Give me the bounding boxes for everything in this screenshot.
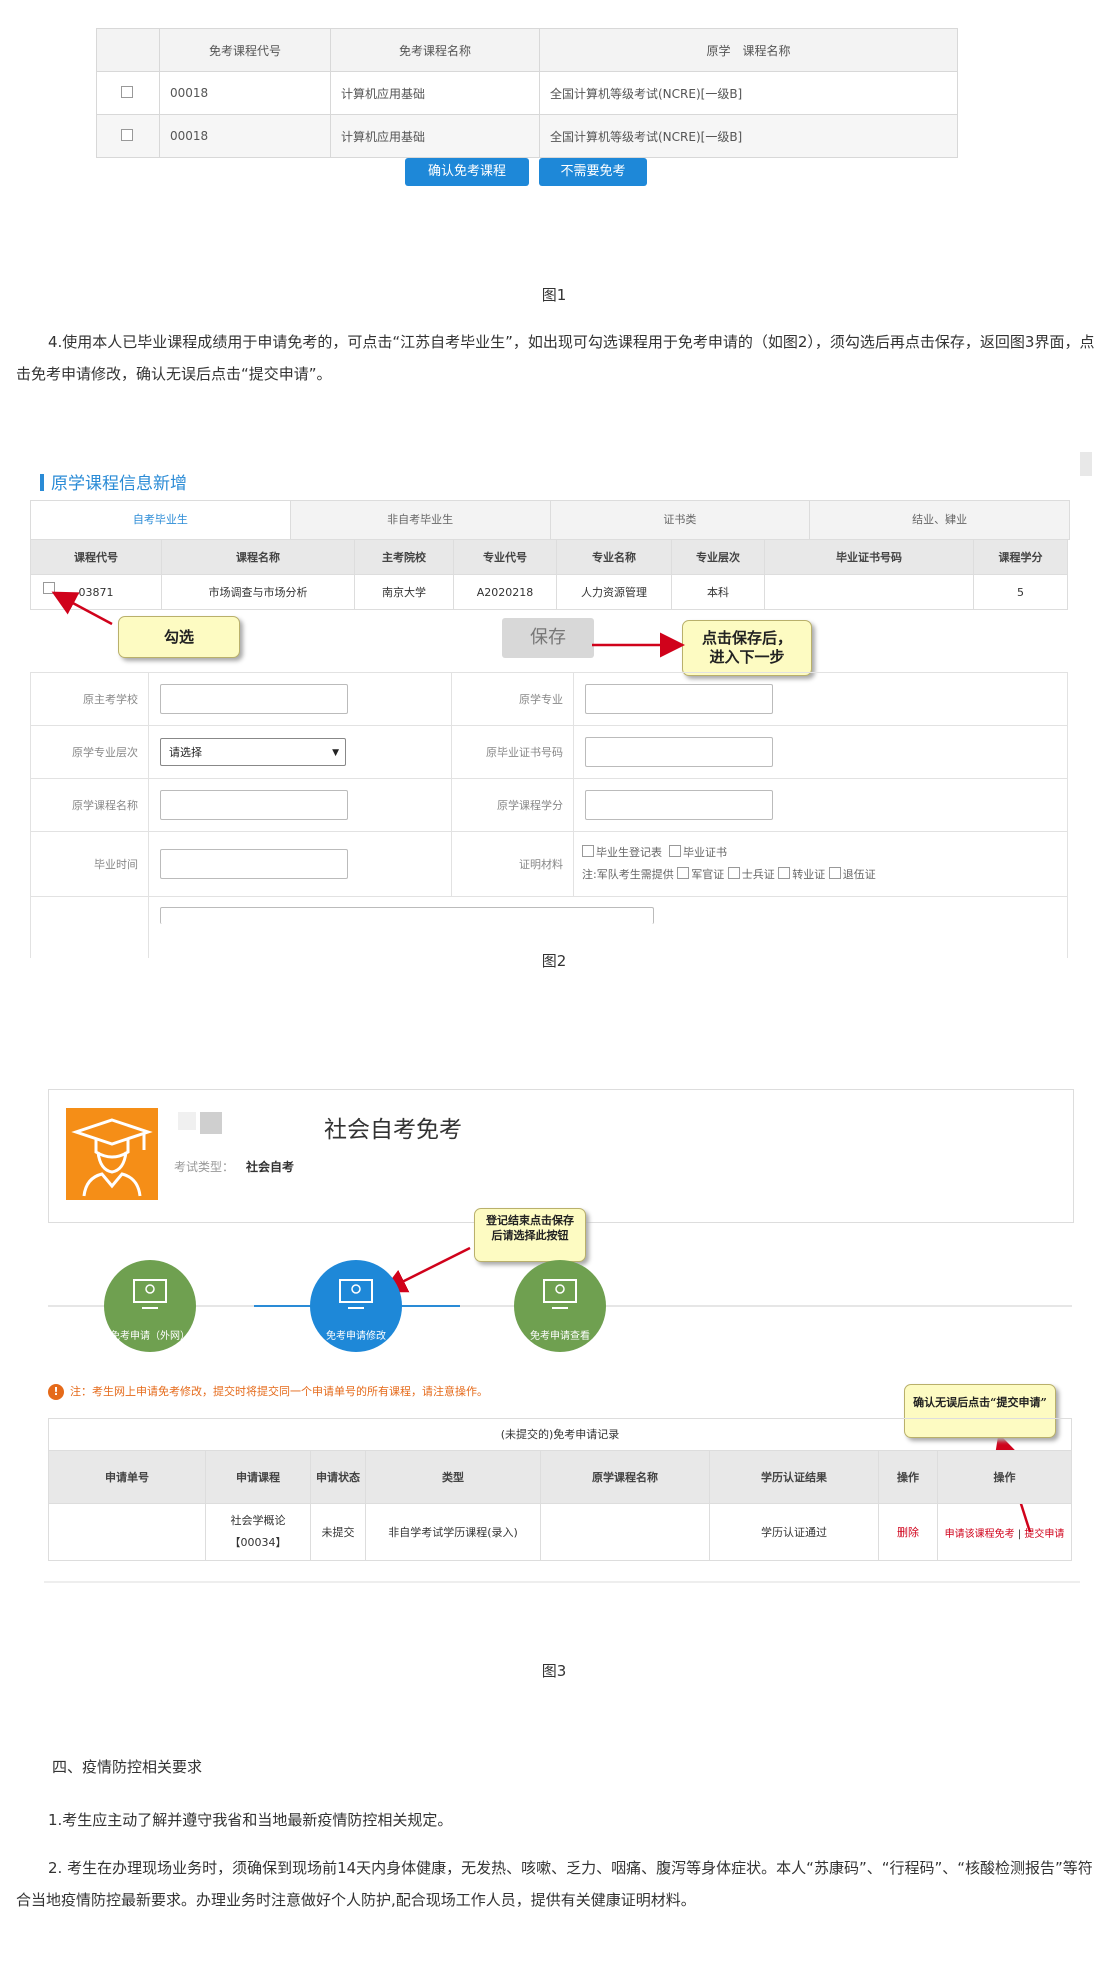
orig-course-input[interactable] xyxy=(160,790,348,820)
header: 申请状态 xyxy=(310,1450,366,1504)
header: 类型 xyxy=(365,1450,541,1504)
orig-major-input[interactable] xyxy=(585,684,773,714)
figure-caption: 图2 xyxy=(541,952,567,970)
label-orig-credit: 原学课程学分 xyxy=(451,778,574,832)
label-orig-level: 原学专业层次 xyxy=(30,725,149,779)
graduate-icon xyxy=(71,1118,153,1197)
grad-time-input[interactable] xyxy=(160,849,348,879)
remarks-textarea[interactable] xyxy=(160,907,654,924)
header: 操作 xyxy=(878,1450,938,1504)
military-checkbox[interactable] xyxy=(828,867,841,879)
military-checkbox[interactable] xyxy=(677,867,690,879)
orig-school-input[interactable] xyxy=(160,684,348,714)
orig-course-form: 原主考学校 原学专业 原学专业层次 请选择 ▼ 原毕业证书号码 原学课程名称 原学… xyxy=(30,672,1068,958)
step-apply-view[interactable]: 免考申请查看 xyxy=(514,1260,606,1352)
warning-icon: ! xyxy=(48,1384,64,1400)
paragraph: 2. 考生在办理现场业务时，须确保到现场前14天内身体健康，无发热、咳嗽、乏力、… xyxy=(16,1859,1093,1909)
label-orig-course: 原学课程名称 xyxy=(30,778,149,832)
orig-level-select[interactable]: 请选择 ▼ xyxy=(160,738,346,766)
arrow-to-checkbox xyxy=(51,591,113,626)
chevron-down-icon: ▼ xyxy=(332,748,339,758)
section-heading: 四、疫情防控相关要求 xyxy=(52,1758,203,1776)
table-row: 社会学概论 【00034】 未提交 非自学考试学历课程(录入) 学历认证通过 删除… xyxy=(48,1503,1072,1561)
military-checkbox[interactable] xyxy=(727,867,740,879)
proof-options: 毕业生登记表 毕业证书 xyxy=(582,842,1066,864)
header: 原学课程名称 xyxy=(540,1450,710,1504)
monitor-icon xyxy=(543,1279,577,1309)
orig-credit-input[interactable] xyxy=(585,790,773,820)
header: 申请课程 xyxy=(205,1450,311,1504)
proof-checkbox[interactable] xyxy=(669,845,681,857)
application-record-table: 申请单号 申请课程 申请状态 类型 原学课程名称 学历认证结果 操作 操作 社会… xyxy=(48,1450,1072,1561)
header: 学历认证结果 xyxy=(709,1450,879,1504)
label-proof: 证明材料 xyxy=(451,831,574,897)
figure-caption: 图3 xyxy=(541,1662,567,1680)
paragraph: 1.考生应主动了解并遵守我省和当地最新疫情防控相关规定。 xyxy=(48,1811,453,1829)
record-table-title: (未提交的)免考申请记录 xyxy=(48,1418,1072,1450)
masked-name xyxy=(200,1112,222,1134)
exam-type-label: 考试类型： xyxy=(174,1160,235,1174)
step-apply-modify[interactable]: 免考申请修改 xyxy=(310,1260,402,1352)
label-orig-major: 原学专业 xyxy=(451,672,574,726)
military-checkbox[interactable] xyxy=(778,867,791,879)
masked-name xyxy=(178,1112,196,1130)
header: 操作 xyxy=(937,1450,1072,1504)
label-orig-cert: 原毕业证书号码 xyxy=(451,725,574,779)
notice: ! 注：考生网上申请免考修改，提交时将提交同一个申请单号的所有课程，请注意操作。 xyxy=(48,1383,488,1400)
proof-checkbox[interactable] xyxy=(582,845,594,857)
annotation-arrows xyxy=(44,591,1080,1583)
submit-application-link[interactable]: 提交申请 xyxy=(1024,1529,1064,1540)
monitor-icon xyxy=(339,1279,373,1309)
label-grad-time: 毕业时间 xyxy=(30,831,149,897)
avatar xyxy=(66,1108,158,1200)
exam-header-panel xyxy=(48,1089,1074,1223)
exam-type-value: 社会自考 xyxy=(246,1160,295,1174)
callout-modify: 登记结束点击保存后请选择此按钮 xyxy=(474,1208,586,1262)
delete-link[interactable]: 删除 xyxy=(878,1503,938,1561)
monitor-icon xyxy=(133,1279,167,1309)
step-apply-external[interactable]: 免考申请（外网） xyxy=(104,1260,196,1352)
military-options: 注:军队考生需提供 军官证 士兵证 转业证 退伍证 xyxy=(582,867,876,881)
apply-exempt-link[interactable]: 申请该课程免考 xyxy=(945,1529,1015,1540)
label-orig-school: 原主考学校 xyxy=(30,672,149,726)
page-title: 社会自考免考 xyxy=(324,1117,462,1143)
header: 申请单号 xyxy=(48,1450,206,1504)
orig-cert-input[interactable] xyxy=(585,737,773,767)
